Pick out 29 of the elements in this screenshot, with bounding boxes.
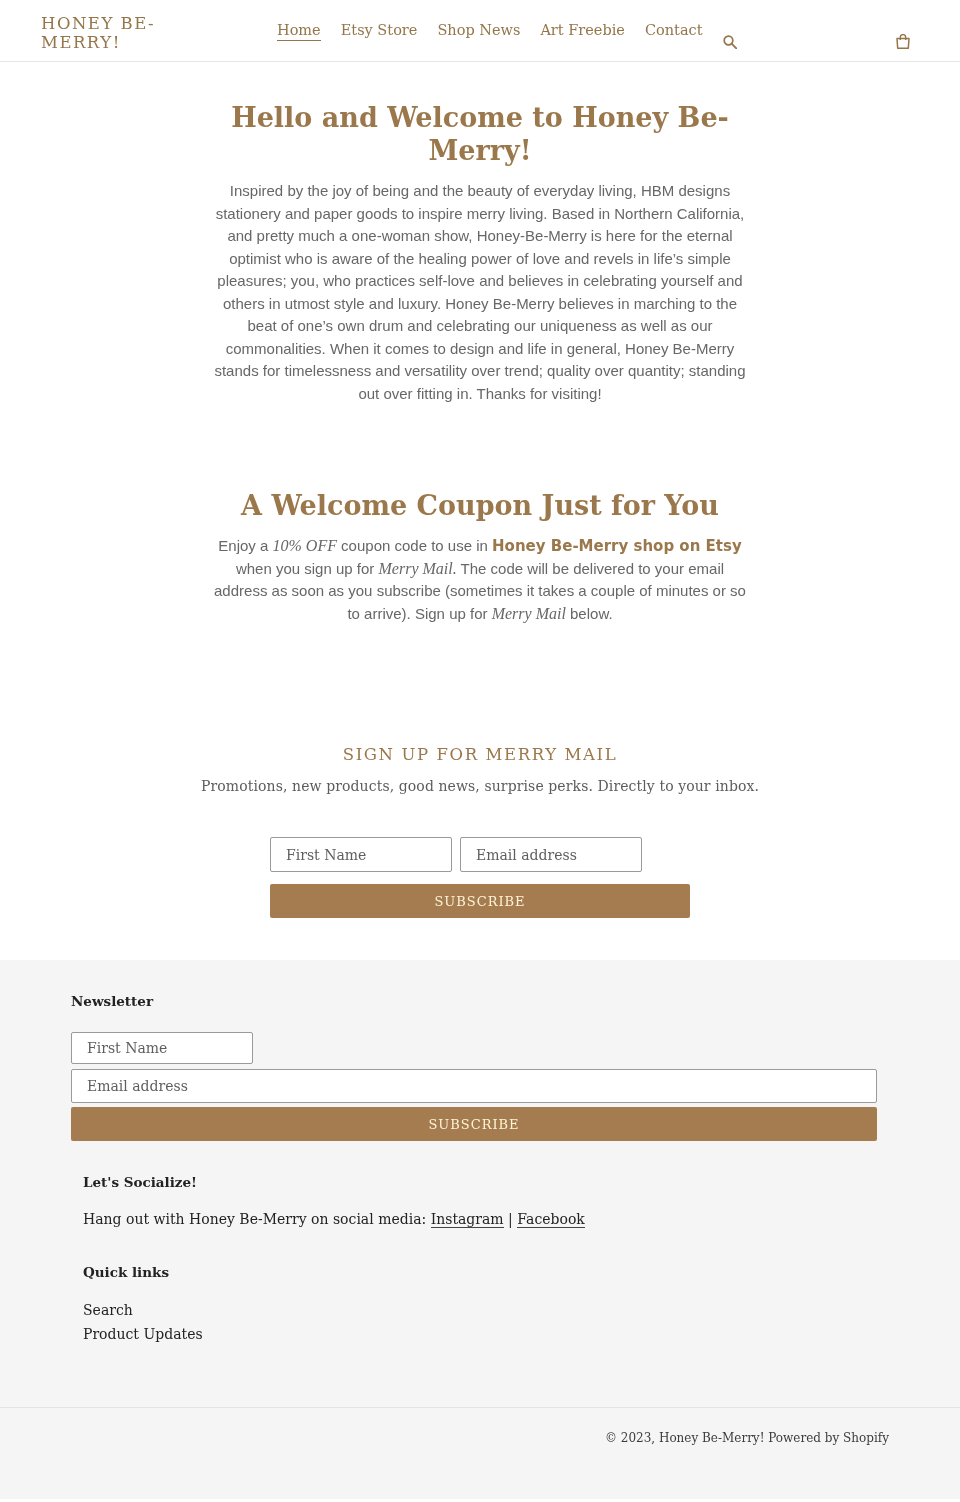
signup-heading: SIGN UP FOR MERRY MAIL [341, 744, 619, 766]
subscribe-button[interactable]: SUBSCRIBE [71, 1107, 877, 1141]
nav-link[interactable]: Shop News [437, 20, 521, 41]
nav-link[interactable]: Home [277, 20, 321, 41]
first-name-field[interactable]: First Name [71, 1032, 253, 1064]
welcome-heading: Hello and Welcome to Honey Be-Merry! [230, 101, 730, 167]
social-text: Hang out with Honey Be-Merry on social media: Instagram | Facebook [83, 1210, 586, 1229]
coupon-heading: A Welcome Coupon Just for You [239, 489, 720, 522]
coupon-text: Enjoy a 10% OFF coupon code to use in Honey Be-Merry shop on Etsy when you sign up for Merry Mail. The code will be delivered to your email address as soon as you subscribe (sometimes it takes a couple of minutes or so to arrive). Sign up for Merry Mail below. [213, 536, 747, 625]
quick-link[interactable]: Product Updates [83, 1322, 203, 1346]
email-field[interactable]: Email address [71, 1069, 877, 1103]
subscribe-button[interactable]: SUBSCRIBE [270, 884, 690, 918]
copyright-text: © 2023, Honey Be-Merry! Powered by Shopify [604, 1431, 889, 1445]
nav-link[interactable]: Art Freebie [540, 20, 625, 41]
welcome-text: Inspired by the joy of being and the beauty of everyday living, HBM designs stationery and paper goods to inspire merry living. Based in Northern California, and pretty much a one-woman show, Honey-Be-Merry is here for the eternal optimist who is aware of the healing power of love and revels in life’s simple pleasures; you, who practices self-love and believes in celebrating yourself and others in utmost style and luxury. Honey Be-Merry believes in marching to the beat of one’s own drum and celebrating our uniqueness as well as our commonalities. When it comes to design and life in general, Honey Be-Merry stands for timelessness and versatility over trend; quality over quantity; standing out over fitting in. Thanks for visiting! [213, 181, 747, 404]
nav-link[interactable]: Etsy Store [340, 20, 418, 41]
social-heading: Let's Socialize! [83, 1173, 199, 1191]
email-field[interactable]: Email address [460, 837, 642, 872]
social-link[interactable]: Facebook [517, 1211, 585, 1228]
signup-subtitle: Promotions, new products, good news, surprise perks. Directly to your inbox. [199, 777, 761, 796]
newsletter-heading: Newsletter [71, 992, 155, 1010]
social-link[interactable]: Instagram [430, 1211, 504, 1228]
nav-link[interactable]: Contact [644, 20, 703, 41]
search-icon[interactable] [723, 35, 738, 49]
shopping-bag-icon[interactable] [896, 34, 910, 49]
first-name-field[interactable]: First Name [270, 837, 452, 872]
quick-link[interactable]: Search [83, 1298, 133, 1322]
site-logo[interactable]: HONEY BE-MERRY! [41, 14, 171, 52]
quick-links-heading: Quick links [83, 1263, 170, 1281]
